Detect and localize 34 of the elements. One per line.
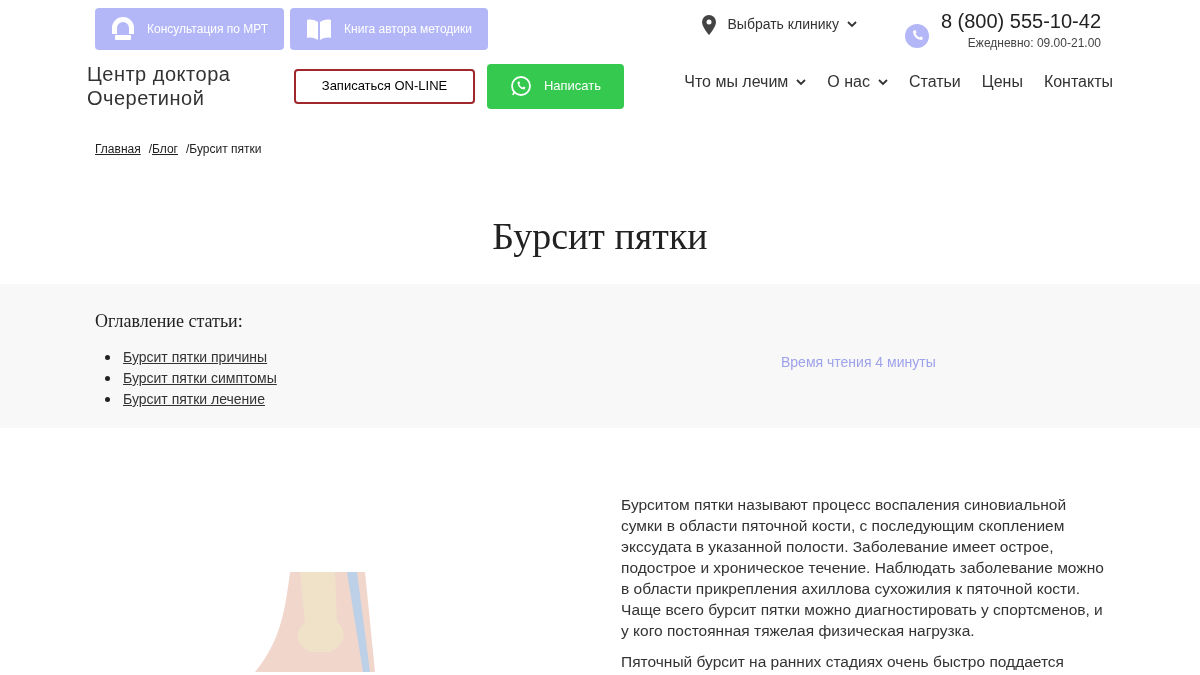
- bullet-icon: [105, 355, 110, 360]
- toc-title: Оглавление статьи:: [95, 310, 244, 333]
- online-booking-button[interactable]: Записаться ON-LINE: [294, 68, 475, 104]
- working-hours: Ежедневно: 09.00-21.00: [967, 35, 1101, 52]
- location-pin-icon: [701, 14, 716, 35]
- bullet-icon: [105, 376, 110, 381]
- bullet-icon: [105, 397, 110, 402]
- article-paragraph: Бурситом пятки называют процесс воспаления синовиальной сумки в области пяточной кости, с последующим скоплением экссудата в указанной полости. Заболевание имеет острое, подострое и хроническое течение. Наблюдать заболевание можно в области прикрепления ахиллова сухожилия к пяточной кости. Чаще всего бурсит пятки можно диагностировать у спортсменов, и у кого постоянная тяжелая физическая нагрузка.: [621, 495, 1105, 641]
- chevron-down-icon: [877, 78, 888, 86]
- toc-link[interactable]: Бурсит пятки причины: [123, 347, 268, 368]
- chevron-down-icon: [846, 21, 857, 28]
- nav-link[interactable]: О нас: [827, 70, 888, 94]
- site-logo[interactable]: Центр доктора Очеретиной: [87, 62, 294, 110]
- phone-number[interactable]: 8 (800) 555-10-42: [940, 8, 1101, 34]
- nav-link[interactable]: Контакты: [1043, 70, 1113, 94]
- nav-link[interactable]: Что мы лечим: [684, 70, 807, 94]
- book-icon: [306, 17, 333, 41]
- nav-link[interactable]: Цены: [981, 70, 1023, 94]
- scanner-icon: [111, 16, 135, 42]
- breadcrumb-separator: /: [185, 141, 190, 158]
- breadcrumb-separator: /: [148, 141, 153, 158]
- page-title: Бурсит пятки: [491, 214, 709, 259]
- phone-icon: [904, 24, 929, 48]
- toc-link[interactable]: Бурсит пятки лечение: [123, 389, 265, 410]
- toc-link[interactable]: Бурсит пятки симптомы: [123, 368, 277, 389]
- chevron-down-icon: [796, 78, 807, 86]
- nav-link[interactable]: Статьи: [908, 70, 961, 94]
- breadcrumb-link[interactable]: Главная: [95, 140, 141, 158]
- chat-phone-icon: [509, 75, 532, 97]
- breadcrumb-link[interactable]: Блог: [152, 140, 178, 158]
- reading-time: Время чтения 4 минуты: [781, 353, 936, 372]
- breadcrumb-current: Бурсит пятки: [189, 141, 262, 158]
- article-paragraph: Пяточный бурсит на ранних стадиях очень быстро поддается: [621, 652, 1065, 672]
- clinic-select[interactable]: Выбрать клинику: [701, 14, 857, 35]
